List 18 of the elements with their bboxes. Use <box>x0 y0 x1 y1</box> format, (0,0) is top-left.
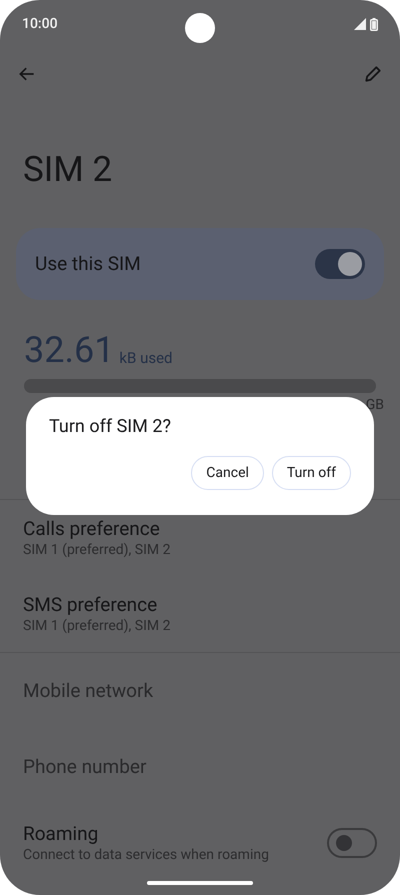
dialog-button[interactable]: Cancel <box>191 456 264 490</box>
pencil-icon[interactable] <box>363 64 383 84</box>
item-title: SMS preference <box>23 593 158 617</box>
item-title: Roaming <box>23 822 100 846</box>
use-sim-label: Use this SIM <box>35 250 141 277</box>
signal-icon <box>354 18 366 30</box>
data-usage-amount: 32.61 <box>24 330 114 370</box>
page-title: SIM 2 <box>23 148 114 192</box>
status-time: 10:00 <box>22 14 58 34</box>
item-title: Calls preference <box>23 517 161 541</box>
dialog-title: Turn off SIM 2? <box>49 415 172 439</box>
toggle-switch[interactable] <box>327 828 377 858</box>
camera-cutout <box>185 13 215 43</box>
use-sim-card[interactable]: Use this SIM <box>16 228 384 300</box>
toggle-switch[interactable] <box>315 249 365 279</box>
data-usage-unit: kB used <box>119 348 173 369</box>
battery-icon <box>370 18 378 30</box>
dialog-button[interactable]: Turn off <box>272 456 351 490</box>
